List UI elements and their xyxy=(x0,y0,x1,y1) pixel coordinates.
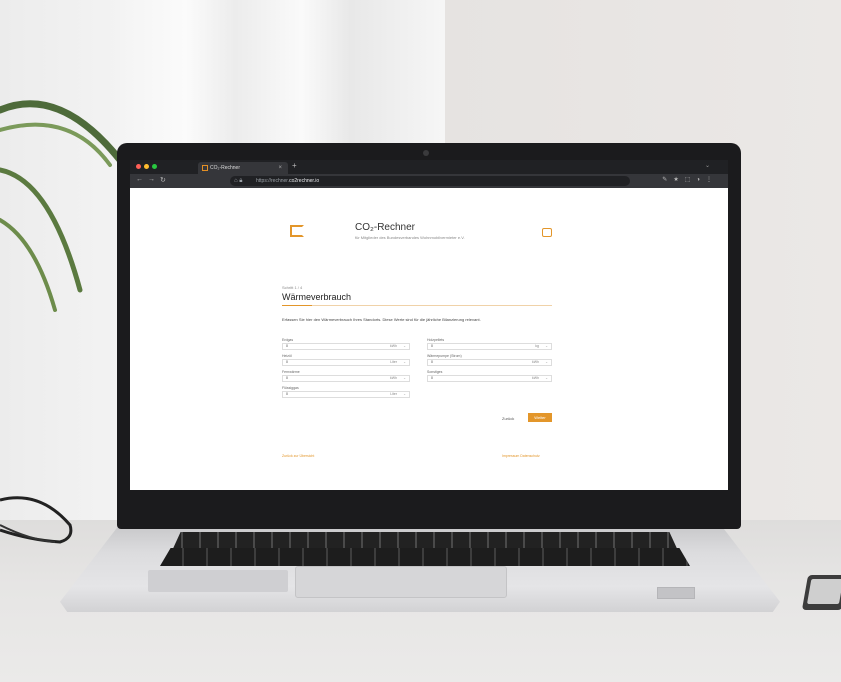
chevron-down-icon[interactable]: ⌄ xyxy=(403,344,406,349)
reload-icon[interactable]: ↻ xyxy=(160,176,166,184)
field-label: Sonstiges xyxy=(427,370,443,374)
chevron-down-icon[interactable]: ⌄ xyxy=(545,360,548,365)
next-button[interactable]: Weiter xyxy=(528,413,552,422)
title-divider xyxy=(282,305,552,306)
browser-toolbar: ← → ↻ ⌂ 🔒︎ https://rechner.co2rechner.io… xyxy=(130,174,728,188)
minimize-window-dot[interactable] xyxy=(144,164,149,169)
number-input[interactable]: 0 kWh ⌄ xyxy=(427,375,552,382)
number-input[interactable]: 0 kWh ⌄ xyxy=(282,375,410,382)
field-label: Erdgas xyxy=(282,338,294,342)
field-label: Holzpellets xyxy=(427,338,445,342)
home-lock-icon: ⌂ 🔒︎ xyxy=(234,178,243,184)
footer-legal-links[interactable]: Impressum Datenschutz xyxy=(502,454,540,458)
input-value: 0 xyxy=(431,344,433,348)
field-label: Heizöl xyxy=(282,354,292,358)
input-value: 0 xyxy=(286,344,288,348)
close-window-dot[interactable] xyxy=(136,164,141,169)
address-bar[interactable]: ⌂ 🔒︎ https://rechner.co2rechner.io xyxy=(230,176,630,186)
eyeglasses xyxy=(0,496,73,544)
field-label: Wärmepumpe (Strom) xyxy=(427,354,462,358)
unit-label: kWh xyxy=(390,376,397,380)
maximize-window-dot[interactable] xyxy=(152,164,157,169)
page-title: Wärmeverbrauch xyxy=(282,292,352,302)
brand-subtitle: für Mitglieder des Bundesverbandes Wohnm… xyxy=(355,235,465,240)
web-page: CO₂-Rechner für Mitglieder des Bundesver… xyxy=(130,188,728,490)
url-domain: co2rechner.io xyxy=(289,178,320,184)
new-tab-button[interactable]: + xyxy=(292,161,297,170)
extension-icons[interactable]: ✎★⬚◑⋮ xyxy=(662,176,718,183)
unit-label: kWh xyxy=(532,360,539,364)
smartphone xyxy=(801,575,841,610)
unit-label: Liter xyxy=(390,392,397,396)
back-button[interactable]: Zurück xyxy=(502,416,514,421)
field-label: Fernwärme xyxy=(282,370,300,374)
browser-tabbar: CO₂-Rechner × + ⌄ xyxy=(130,160,728,174)
input-value: 0 xyxy=(286,392,288,396)
laptop-screen: CO₂-Rechner × + ⌄ ← → ↻ ⌂ 🔒︎ https://rec… xyxy=(130,160,728,490)
user-icon[interactable] xyxy=(542,228,552,237)
chevron-down-icon[interactable]: ⌄ xyxy=(545,376,548,381)
back-arrow-icon[interactable]: ← xyxy=(136,176,143,183)
laptop-trackpad xyxy=(295,566,507,598)
unit-label: Liter xyxy=(390,360,397,364)
page-description: Erfassen Sie hier den Wärmeverbrauch Ihr… xyxy=(282,317,481,322)
url-prefix: https://rechner. xyxy=(256,178,290,184)
laptop-stickers xyxy=(148,570,288,592)
title-divider-accent xyxy=(282,305,312,306)
number-input[interactable]: 0 Liter ⌄ xyxy=(282,391,410,398)
step-indicator: Schritt 1 / 4 xyxy=(282,285,303,290)
chevron-down-icon[interactable]: ⌄ xyxy=(403,392,406,397)
laptop-keyboard-lower xyxy=(160,548,690,566)
chevron-down-icon[interactable]: ⌄ xyxy=(705,162,710,169)
chevron-down-icon[interactable]: ⌄ xyxy=(403,376,406,381)
fingerprint-reader xyxy=(657,587,695,599)
tab-favicon-icon xyxy=(202,165,208,171)
unit-label: kWh xyxy=(390,344,397,348)
tab-title: CO₂-Rechner xyxy=(210,165,241,171)
number-input[interactable]: 0 kWh ⌄ xyxy=(282,343,410,350)
forward-arrow-icon[interactable]: → xyxy=(148,176,155,183)
logo-icon xyxy=(290,225,304,237)
number-input[interactable]: 0 Liter ⌄ xyxy=(282,359,410,366)
photo-scene: CO₂-Rechner × + ⌄ ← → ↻ ⌂ 🔒︎ https://rec… xyxy=(0,0,841,682)
chevron-down-icon[interactable]: ⌄ xyxy=(403,360,406,365)
unit-label: kWh xyxy=(532,376,539,380)
footer-overview-link[interactable]: Zurück zur Übersicht xyxy=(282,454,314,458)
close-icon[interactable]: × xyxy=(278,162,282,174)
field-label: Flüssiggas xyxy=(282,386,299,390)
chevron-down-icon[interactable]: ⌄ xyxy=(545,344,548,349)
window-controls[interactable] xyxy=(136,164,157,169)
input-value: 0 xyxy=(431,360,433,364)
number-input[interactable]: 0 kg ⌄ xyxy=(427,343,552,350)
webcam xyxy=(423,150,429,156)
browser-tab[interactable]: CO₂-Rechner × xyxy=(198,162,288,174)
input-value: 0 xyxy=(286,360,288,364)
unit-label: kg xyxy=(535,344,539,348)
brand-title: CO₂-Rechner xyxy=(355,222,416,233)
input-value: 0 xyxy=(286,376,288,380)
input-value: 0 xyxy=(431,376,433,380)
number-input[interactable]: 0 kWh ⌄ xyxy=(427,359,552,366)
